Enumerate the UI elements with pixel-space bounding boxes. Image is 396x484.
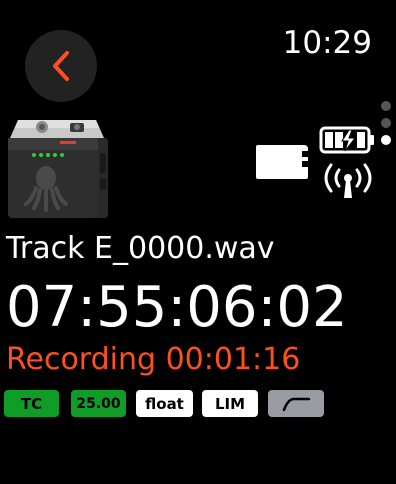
page-indicator (381, 101, 393, 152)
page-dot (381, 101, 391, 111)
highpass-filter-curve-icon (282, 397, 311, 411)
battery-charging-icon (319, 126, 374, 154)
limiter-badge: LIM (202, 390, 258, 417)
bit-depth-badge: float (136, 390, 193, 417)
low-cut-filter-badge (268, 390, 324, 417)
status-time: 10:29 (282, 25, 372, 61)
timecode-badge: TC (4, 390, 59, 417)
frame-rate-badge: 25.00 (71, 390, 126, 417)
back-button[interactable] (25, 30, 97, 102)
page-dot (381, 118, 391, 128)
wireless-antenna-icon (324, 163, 372, 198)
recorder-device-image (8, 120, 108, 218)
sd-card-icon (256, 145, 308, 179)
page-dot-active (381, 135, 391, 145)
timecode-display: 07:55:06:02 (6, 275, 348, 340)
chevron-left-icon (53, 51, 69, 81)
recording-status: Recording 00:01:16 (6, 342, 301, 377)
track-filename: Track E_0000.wav (6, 231, 275, 266)
